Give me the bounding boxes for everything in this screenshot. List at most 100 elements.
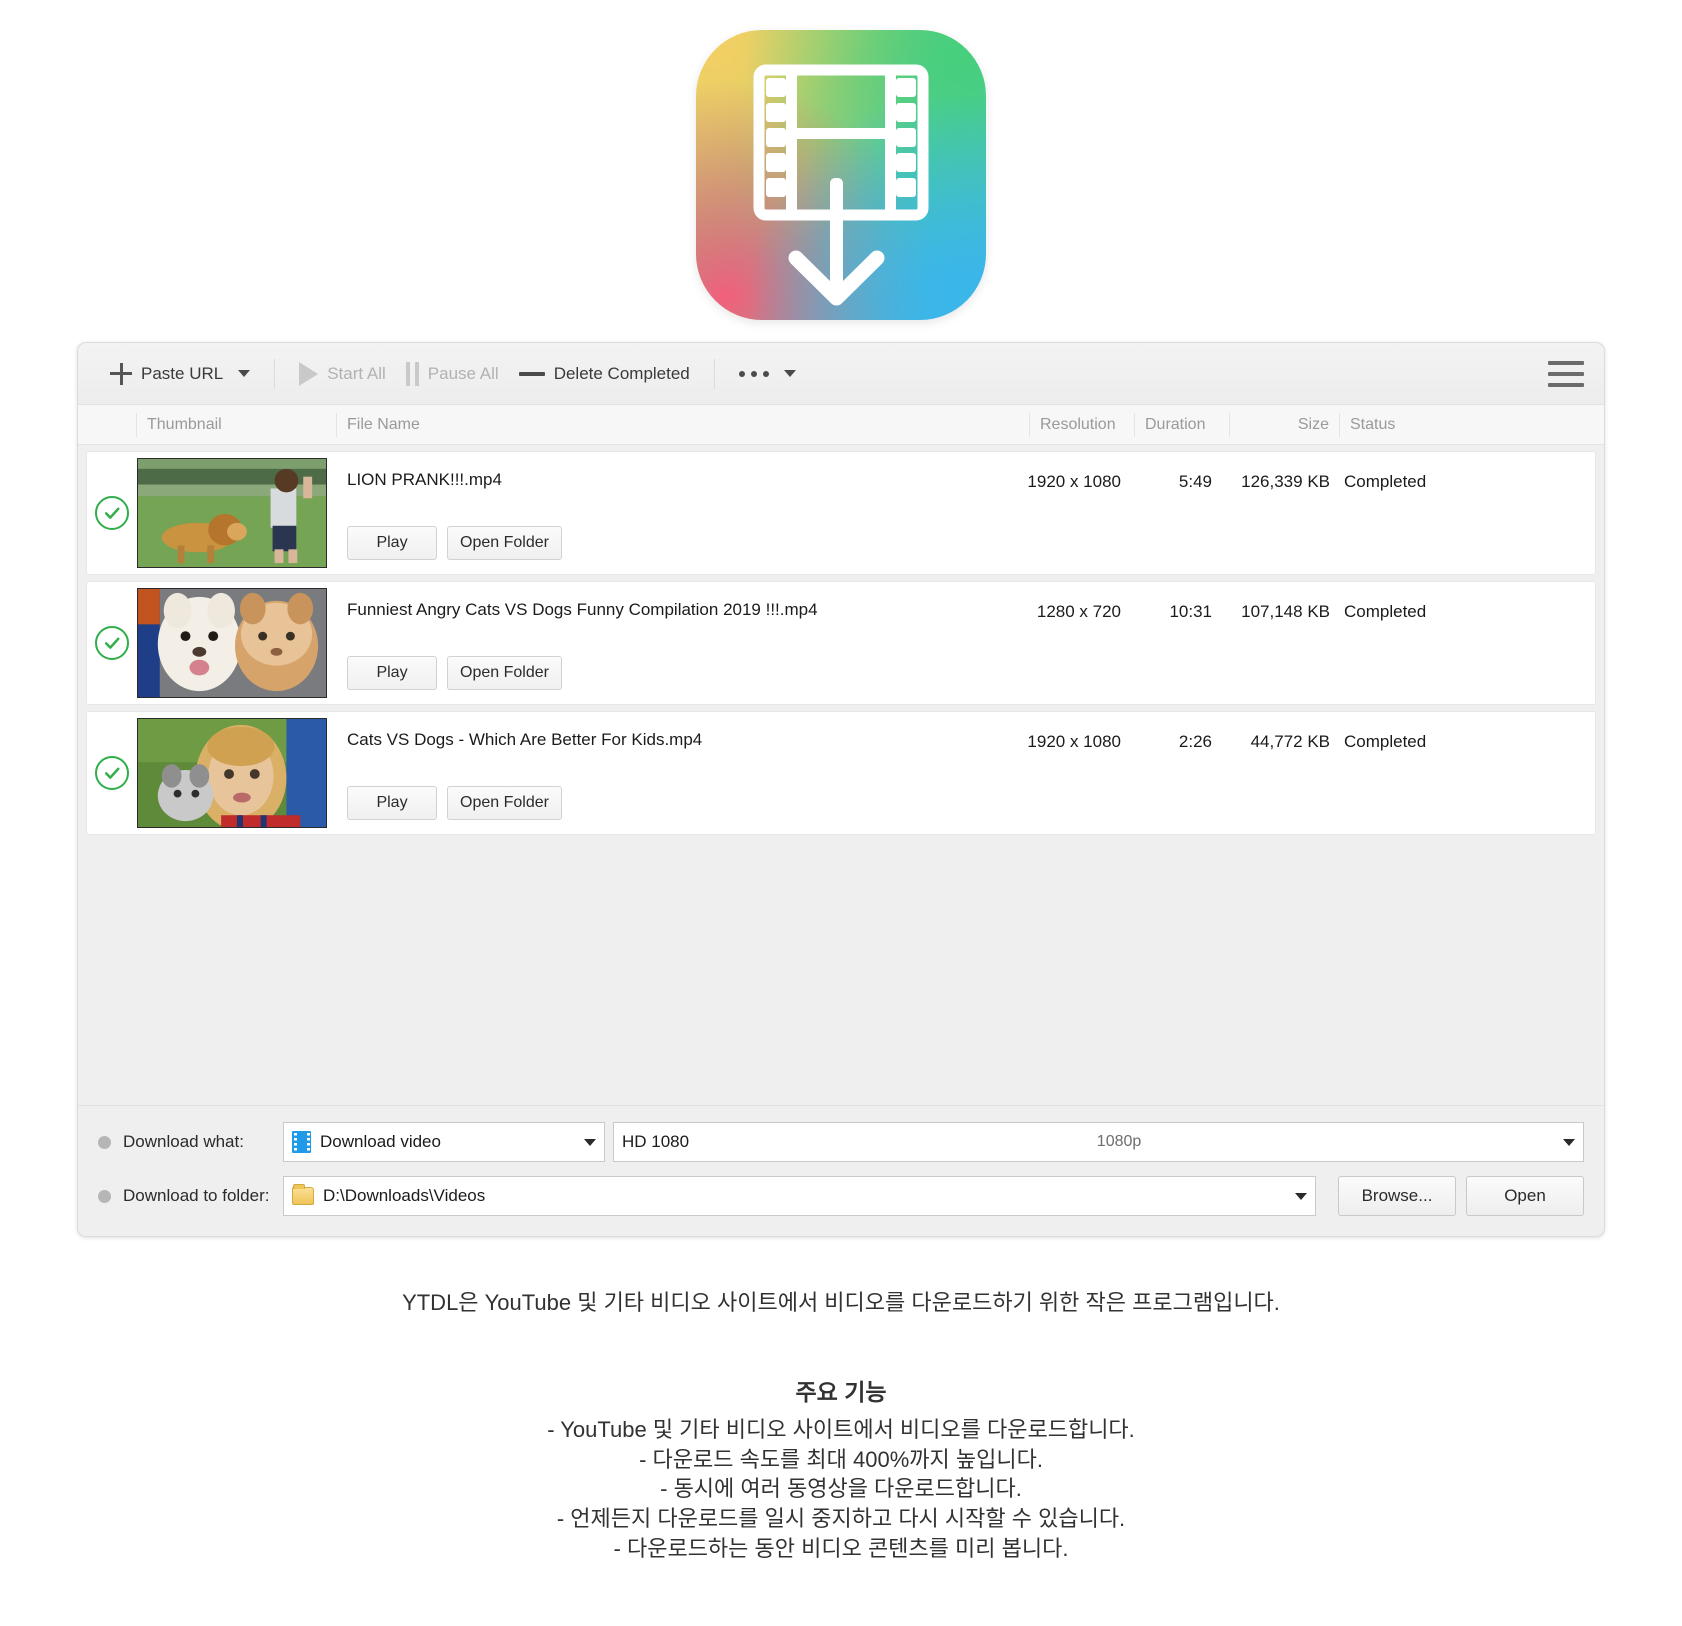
download-what-label: Download what: — [123, 1132, 244, 1151]
chevron-down-icon-quality — [1562, 1138, 1575, 1146]
download-to-folder-row: Download to folder: D:\Downloads\Videos … — [98, 1176, 1584, 1216]
file-name-label: Funniest Angry Cats VS Dogs Funny Compil… — [347, 600, 818, 619]
row-thumbnail-cell[interactable] — [137, 452, 337, 574]
bullet-icon-1 — [98, 1135, 111, 1149]
resolution-value: 1920 x 1080 — [1027, 472, 1121, 491]
app-icon-header — [0, 0, 1682, 342]
download-to-folder-label: Download to folder: — [123, 1186, 270, 1205]
delete-completed-button[interactable]: Delete Completed — [509, 359, 700, 389]
check-circle-icon — [95, 626, 129, 660]
column-header-duration[interactable]: Duration — [1134, 412, 1229, 437]
paste-url-label: Paste URL — [141, 363, 224, 383]
play-button[interactable]: Play — [347, 786, 437, 820]
row-thumbnail-cell[interactable] — [137, 582, 337, 704]
more-options-button[interactable] — [729, 365, 806, 382]
column-header-thumbnail[interactable]: Thumbnail — [136, 412, 336, 437]
quality-select[interactable]: HD 1080 1080p — [613, 1122, 1584, 1162]
row-thumbnail-cell[interactable] — [137, 712, 337, 834]
duration-value: 10:31 — [1169, 602, 1212, 621]
hamburger-menu-icon[interactable] — [1548, 360, 1584, 387]
chevron-down-icon-folder — [1295, 1192, 1307, 1200]
thumbnail-image-1 — [137, 458, 327, 568]
feature-item: - 다운로드 속도를 최대 400%까지 높입니다. — [639, 1446, 1043, 1472]
open-folder-button[interactable]: Open Folder — [447, 656, 562, 690]
start-all-button[interactable]: Start All — [289, 357, 396, 391]
delete-completed-label: Delete Completed — [553, 363, 690, 383]
folder-value: D:\Downloads\Videos — [323, 1186, 486, 1205]
start-all-label: Start All — [327, 363, 386, 383]
play-button[interactable]: Play — [347, 656, 437, 690]
quality-value: HD 1080 — [622, 1132, 690, 1151]
column-header-size[interactable]: Size — [1229, 412, 1339, 437]
feature-item: - YouTube 및 기타 비디오 사이트에서 비디오를 다운로드합니다. — [547, 1417, 1135, 1442]
size-value: 107,148 KB — [1241, 602, 1330, 621]
chevron-down-icon[interactable] — [238, 370, 251, 377]
table-row[interactable]: LION PRANK!!!.mp4 Play Open Folder 1920 … — [86, 451, 1596, 575]
film-strip-download-arrow-icon — [753, 64, 929, 306]
column-header-status[interactable]: Status — [1339, 412, 1604, 437]
browse-button[interactable]: Browse... — [1338, 1176, 1456, 1216]
table-row[interactable]: Cats VS Dogs - Which Are Better For Kids… — [86, 711, 1596, 835]
size-value: 126,339 KB — [1241, 472, 1330, 491]
status-value: Completed — [1344, 732, 1427, 751]
ytdl-main-window: Paste URL Start All Pause All Delete Com… — [77, 342, 1605, 1237]
chevron-down-icon-what — [584, 1138, 596, 1146]
open-folder-button[interactable]: Open Folder — [447, 786, 562, 820]
column-header-resolution[interactable]: Resolution — [1029, 412, 1134, 437]
folder-select[interactable]: D:\Downloads\Videos — [283, 1176, 1316, 1216]
toolbar-divider-2 — [713, 358, 715, 389]
pause-icon — [405, 361, 419, 386]
folder-icon — [292, 1184, 314, 1205]
check-circle-icon — [95, 496, 129, 530]
paste-url-button[interactable]: Paste URL — [100, 358, 260, 390]
app-description: YTDL은 YouTube 및 기타 비디오 사이트에서 비디오를 다운로드하기… — [402, 1290, 1280, 1315]
status-value: Completed — [1344, 472, 1427, 491]
open-folder-button[interactable]: Open Folder — [447, 526, 562, 560]
row-action-buttons: Play Open Folder — [347, 526, 562, 560]
row-status-check[interactable] — [87, 712, 137, 834]
play-icon — [299, 361, 319, 386]
open-button[interactable]: Open — [1466, 1176, 1584, 1216]
table-row[interactable]: Funniest Angry Cats VS Dogs Funny Compil… — [86, 581, 1596, 705]
row-action-buttons: Play Open Folder — [347, 656, 562, 690]
bottom-settings-panel: Download what: Download video HD 1080 10… — [78, 1105, 1604, 1236]
feature-item: - 다운로드하는 동안 비디오 콘텐츠를 미리 봅니다. — [613, 1535, 1069, 1561]
bullet-icon-2 — [98, 1189, 111, 1203]
ellipsis-icon — [738, 370, 769, 377]
row-action-buttons: Play Open Folder — [347, 786, 562, 820]
status-value: Completed — [1344, 602, 1427, 621]
column-header-file-name[interactable]: File Name — [336, 412, 1029, 437]
row-main-cell: LION PRANK!!!.mp4 Play Open Folder — [337, 452, 1020, 574]
file-name-label: Cats VS Dogs - Which Are Better For Kids… — [347, 730, 703, 749]
download-list-body: LION PRANK!!!.mp4 Play Open Folder 1920 … — [78, 445, 1604, 1105]
pause-all-button[interactable]: Pause All — [396, 357, 509, 391]
minus-icon — [518, 371, 545, 376]
chevron-down-icon-more[interactable] — [783, 370, 796, 377]
thumbnail-image-3 — [137, 718, 327, 828]
download-list-header: Thumbnail File Name Resolution Duration … — [78, 405, 1604, 445]
row-status-check[interactable] — [87, 452, 137, 574]
feature-item: - 동시에 여러 동영상을 다운로드합니다. — [660, 1476, 1022, 1502]
toolbar-divider — [274, 358, 276, 389]
features-section: 주요 기능 - YouTube 및 기타 비디오 사이트에서 비디오를 다운로드… — [0, 1373, 1682, 1563]
row-main-cell: Cats VS Dogs - Which Are Better For Kids… — [337, 712, 1020, 834]
resolution-value: 1280 x 720 — [1036, 602, 1121, 621]
film-icon — [292, 1131, 311, 1153]
duration-value: 5:49 — [1178, 472, 1212, 491]
download-what-row: Download what: Download video HD 1080 10… — [98, 1122, 1584, 1162]
download-what-value: Download video — [320, 1132, 441, 1151]
quality-suffix: 1080p — [1096, 1133, 1142, 1150]
row-status-check[interactable] — [87, 582, 137, 704]
file-name-label: LION PRANK!!!.mp4 — [347, 470, 502, 489]
row-main-cell: Funniest Angry Cats VS Dogs Funny Compil… — [337, 582, 1020, 704]
size-value: 44,772 KB — [1250, 732, 1330, 751]
toolbar: Paste URL Start All Pause All Delete Com… — [78, 343, 1604, 405]
thumbnail-image-2 — [137, 588, 327, 698]
pause-all-label: Pause All — [427, 363, 499, 383]
features-title: 주요 기능 — [795, 1379, 887, 1405]
column-header-check — [86, 413, 136, 437]
download-what-select[interactable]: Download video — [283, 1122, 605, 1162]
play-button[interactable]: Play — [347, 526, 437, 560]
check-circle-icon — [95, 756, 129, 790]
plus-icon — [110, 362, 132, 385]
